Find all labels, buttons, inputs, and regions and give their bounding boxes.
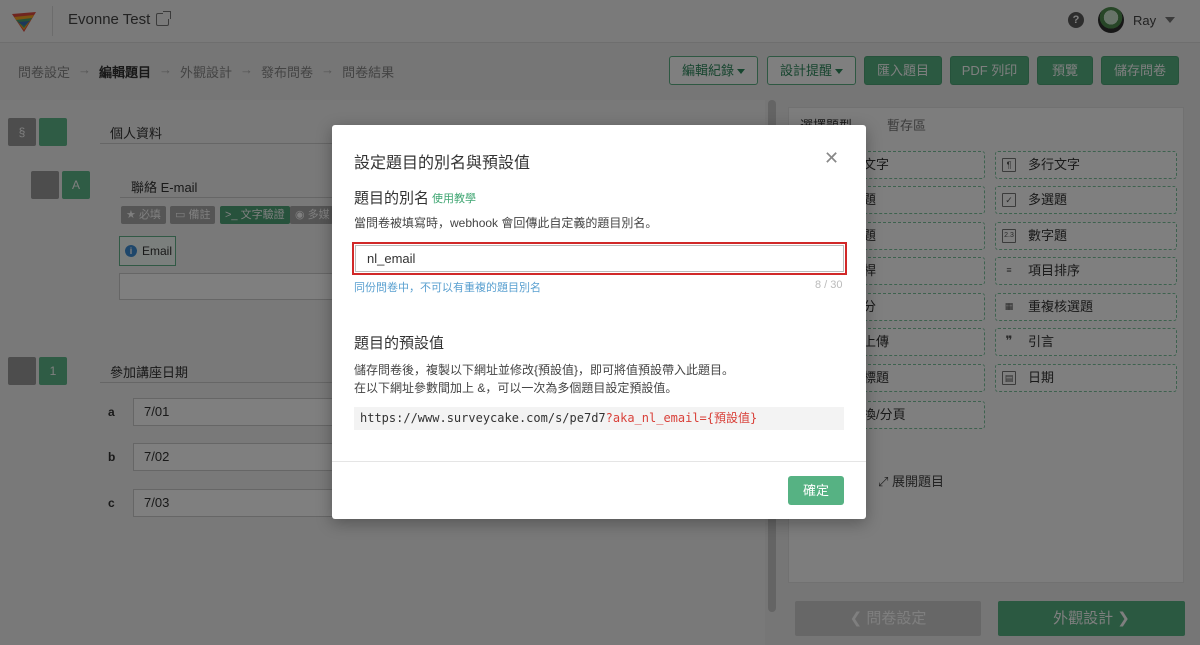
alias-description: 當問卷被填寫時，webhook 會回傳此自定義的題目別名。	[354, 216, 658, 230]
divider	[332, 461, 866, 462]
confirm-button[interactable]: 確定	[788, 476, 844, 505]
url-param: ?aka_nl_email={預設值}	[605, 411, 758, 425]
dialog-title: 設定題目的別名與預設值	[354, 155, 531, 172]
character-counter: 8 / 30	[815, 279, 843, 291]
alias-input-highlight	[352, 242, 847, 275]
prefill-url[interactable]: https://www.surveycake.com/s/pe7d7?aka_n…	[354, 407, 844, 430]
alias-heading: 題目的別名	[354, 190, 430, 207]
close-icon[interactable]: ✕	[824, 149, 839, 167]
default-value-heading: 題目的預設值	[354, 335, 445, 352]
alias-default-dialog: 設定題目的別名與預設值 ✕ 題目的別名 使用教學 當問卷被填寫時，webhook…	[332, 125, 866, 519]
tutorial-link[interactable]: 使用教學	[432, 190, 476, 206]
alias-input[interactable]	[355, 245, 844, 272]
default-value-description: 儲存問卷後，複製以下網址並修改{預設值}，即可將值預設帶入此題目。	[354, 363, 735, 377]
alias-hint: 同份問卷中，不可以有重複的題目別名	[354, 282, 541, 294]
default-value-description: 在以下網址參數間加上 &，可以一次為多個題目設定預設值。	[354, 381, 678, 395]
url-base: https://www.surveycake.com/s/pe7d7	[360, 411, 606, 425]
